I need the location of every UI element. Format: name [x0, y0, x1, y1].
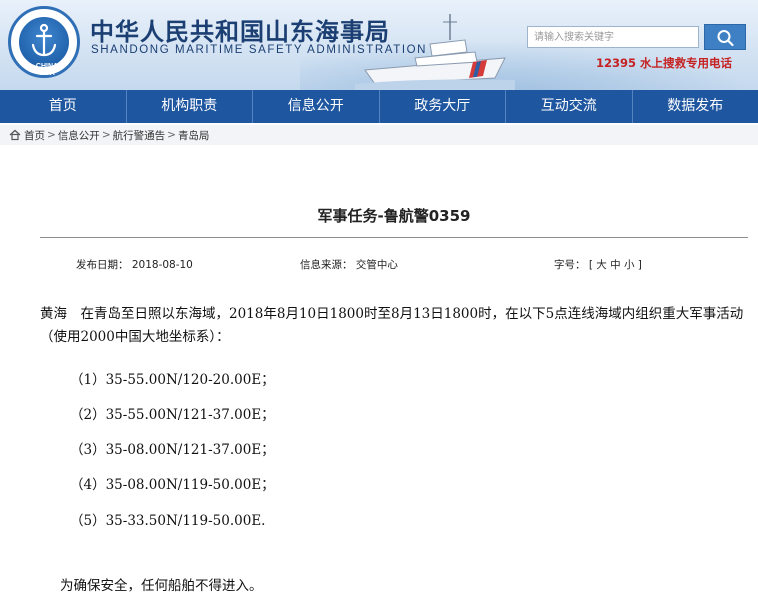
title-divider [40, 237, 748, 238]
home-icon [9, 129, 21, 141]
breadcrumb-information[interactable]: 信息公开 [58, 128, 100, 143]
publish-date: 发布日期： 2018-08-10 [76, 257, 193, 272]
coordinate-point: （1）35-55.00N/120-20.00E； [70, 372, 275, 388]
site-title: 中华人民共和国山东海事局 [90, 18, 390, 46]
coordinate-point: （3）35-08.00N/121-37.00E； [70, 442, 275, 458]
font-size-label: 字号： [554, 259, 586, 271]
nav-item-organization[interactable]: 机构职责 [127, 90, 253, 123]
info-source-value: 交管中心 [355, 259, 398, 271]
site-banner: CHINA MSA 中华人民共和国山东海事局 SHANDONG MARITIME… [0, 0, 758, 90]
font-size-controls[interactable]: [ 大 中 小 ] [589, 259, 642, 271]
search-button[interactable] [704, 24, 746, 50]
patrol-ship-image [355, 14, 515, 90]
coordinate-point: （4）35-08.00N/119-50.00E； [70, 477, 275, 493]
logo-text: CHINA MSA [35, 63, 59, 77]
publish-date-value: 2018-08-10 [131, 259, 193, 271]
breadcrumb-separator: > [167, 129, 176, 141]
search-icon [717, 30, 734, 47]
breadcrumb: 首页 > 信息公开 > 航行警通告 > 青岛局 [0, 125, 758, 145]
search-input[interactable] [527, 26, 699, 48]
main-nav: 首页 机构职责 信息公开 政务大厅 互动交流 数据发布 [0, 90, 758, 123]
info-source-label: 信息来源： [300, 259, 353, 271]
breadcrumb-separator: > [47, 129, 56, 141]
coordinate-point: （2）35-55.00N/121-37.00E； [70, 407, 275, 423]
nav-item-data-release[interactable]: 数据发布 [633, 90, 758, 123]
font-size-selector: 字号： [ 大 中 小 ] [554, 257, 642, 272]
rescue-hotline: 12395 水上搜救专用电话 [596, 56, 733, 70]
breadcrumb-qingdao[interactable]: 青岛局 [178, 128, 210, 143]
article-paragraph: 黄海 在青岛至日照以东海域，2018年8月10日1800时至8月13日1800时… [40, 306, 744, 345]
coordinate-point: （5）35-33.50N/119-50.00E. [70, 513, 266, 529]
breadcrumb-notices[interactable]: 航行警通告 [113, 128, 166, 143]
breadcrumb-separator: > [101, 129, 111, 141]
msa-logo[interactable]: CHINA MSA [8, 6, 80, 78]
article-title: 军事任务-鲁航警0359 [317, 207, 471, 225]
nav-item-government-services[interactable]: 政务大厅 [380, 90, 506, 123]
breadcrumb-home[interactable]: 首页 [24, 128, 45, 143]
info-source: 信息来源： 交管中心 [300, 257, 398, 272]
publish-date-label: 发布日期： [76, 259, 129, 271]
closing-statement: 为确保安全，任何船舶不得进入。 [60, 578, 263, 594]
nav-item-home[interactable]: 首页 [0, 90, 127, 123]
nav-item-interaction[interactable]: 互动交流 [506, 90, 633, 123]
nav-item-information[interactable]: 信息公开 [253, 90, 380, 123]
